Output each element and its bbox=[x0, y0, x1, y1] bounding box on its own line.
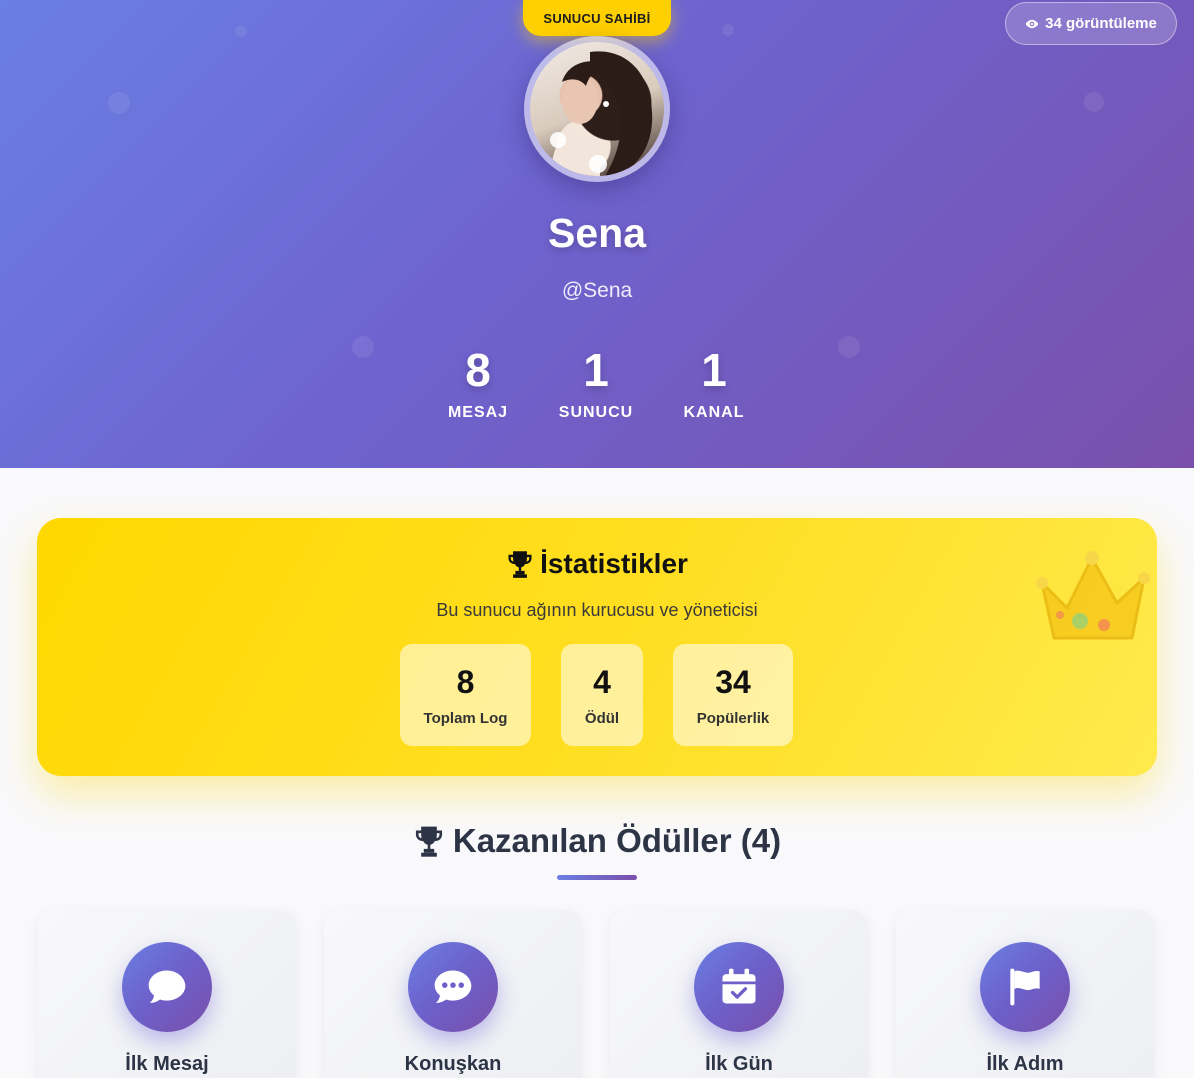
decor-bubble bbox=[108, 92, 130, 114]
decor-bubble bbox=[838, 336, 860, 358]
statistics-title: İstatistikler bbox=[37, 548, 1157, 580]
eye-icon bbox=[1025, 19, 1039, 28]
flag-icon bbox=[1010, 968, 1040, 1006]
award-icon-badge bbox=[408, 942, 498, 1032]
award-icon-badge bbox=[980, 942, 1070, 1032]
decor-bubble bbox=[352, 336, 374, 358]
hero-stat-label: MESAJ bbox=[447, 404, 509, 421]
hero-stat-value: 1 bbox=[701, 344, 727, 396]
trophy-icon bbox=[415, 826, 442, 857]
statistics-card: İstatistikler Bu sunucu ağının kurucusu … bbox=[37, 518, 1157, 776]
stat-value: 4 bbox=[593, 664, 611, 700]
stat-awards: 4 Ödül bbox=[561, 644, 643, 746]
award-icon-badge bbox=[694, 942, 784, 1032]
statistics-title-text: İstatistikler bbox=[540, 548, 688, 579]
comment-dots-icon bbox=[434, 970, 472, 1003]
title-underline bbox=[557, 875, 637, 880]
stat-total-log: 8 Toplam Log bbox=[400, 644, 531, 746]
hero-stat-servers: 1 SUNUCU bbox=[536, 340, 656, 422]
hero-stat-channels: 1 KANAL bbox=[654, 340, 774, 422]
avatar-image bbox=[530, 42, 664, 176]
views-counter[interactable]: 34 görüntüleme bbox=[1005, 2, 1177, 45]
decor-bubble bbox=[722, 24, 734, 36]
award-card-talkative[interactable]: Konuşkan bbox=[324, 910, 582, 1078]
awards-section-title: Kazanılan Ödüller (4) bbox=[0, 822, 1194, 860]
stat-popularity: 34 Popülerlik bbox=[673, 644, 793, 746]
stat-label: Toplam Log bbox=[423, 710, 508, 727]
avatar[interactable] bbox=[524, 36, 670, 182]
stat-label: Popülerlik bbox=[696, 710, 770, 727]
award-card-first-step[interactable]: İlk Adım bbox=[896, 910, 1154, 1078]
user-display-name: Sena bbox=[548, 210, 646, 256]
stat-label: Ödül bbox=[584, 710, 620, 727]
award-card-first-day[interactable]: İlk Gün bbox=[610, 910, 868, 1078]
user-handle: @Sena bbox=[561, 279, 633, 302]
decor-bubble bbox=[1084, 92, 1104, 112]
hero-stat-value: 8 bbox=[465, 344, 491, 396]
decor-bubble bbox=[235, 25, 247, 37]
awards-title-text: Kazanılan Ödüller (4) bbox=[452, 822, 782, 859]
statistics-subtitle: Bu sunucu ağının kurucusu ve yöneticisi bbox=[436, 600, 758, 620]
award-name: İlk Adım bbox=[986, 1053, 1064, 1075]
hero-stat-messages: 8 MESAJ bbox=[418, 340, 538, 422]
award-card-first-message[interactable]: İlk Mesaj bbox=[38, 910, 296, 1078]
views-label: 34 görüntüleme bbox=[1045, 15, 1157, 32]
hero-stat-label: SUNUCU bbox=[558, 404, 634, 421]
award-name: Konuşkan bbox=[404, 1053, 502, 1075]
profile-hero: SUNUCU SAHİBİ 34 görüntüleme Sena @Sena … bbox=[0, 0, 1194, 468]
stat-value: 34 bbox=[715, 664, 751, 700]
award-icon-badge bbox=[122, 942, 212, 1032]
calendar-check-icon bbox=[722, 968, 756, 1004]
portrait-graphic bbox=[550, 51, 653, 176]
trophy-icon bbox=[508, 551, 532, 578]
hero-stat-value: 1 bbox=[583, 344, 609, 396]
stat-value: 8 bbox=[456, 664, 475, 700]
comment-icon bbox=[148, 970, 186, 1003]
role-badge: SUNUCU SAHİBİ bbox=[523, 0, 671, 36]
hero-stat-label: KANAL bbox=[683, 404, 745, 421]
award-name: İlk Gün bbox=[705, 1053, 773, 1075]
award-name: İlk Mesaj bbox=[125, 1053, 209, 1075]
